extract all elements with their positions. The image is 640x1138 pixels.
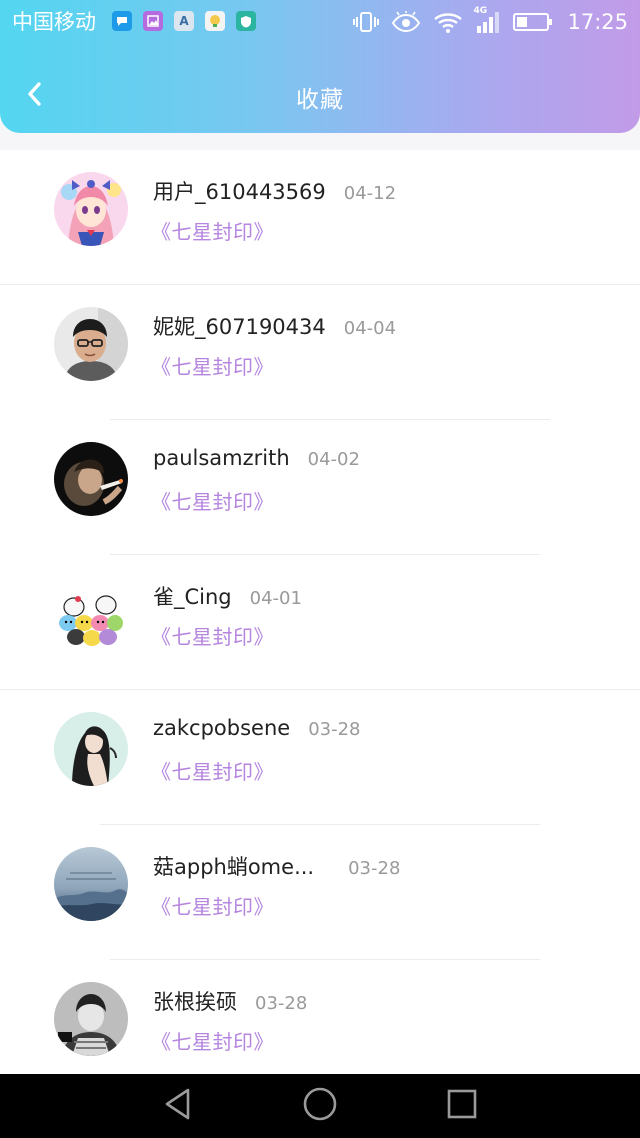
header: 中国移动 A 4G 17:25 收藏 (0, 0, 640, 133)
man-glasses-avatar[interactable] (54, 307, 128, 381)
page-title: 收藏 (296, 87, 344, 113)
list-item[interactable]: zakcpobsene 03-28 《七星封印》 (0, 690, 640, 825)
date-label: 04-04 (343, 318, 397, 339)
carrier-label: 中国移动 (12, 10, 96, 34)
book-title-link[interactable]: 《七星封印》 (151, 756, 274, 785)
username[interactable]: 妮妮_607190434 (153, 311, 326, 341)
book-title-link[interactable]: 《七星封印》 (151, 1026, 274, 1055)
network-type-label: 4G (473, 6, 488, 16)
cartoon-characters-avatar[interactable] (54, 577, 128, 651)
date-label: 04-02 (307, 449, 360, 470)
book-title-link[interactable]: 《七星封印》 (151, 621, 274, 650)
username[interactable]: paulsamzrith (153, 446, 290, 470)
recents-square-icon (446, 1088, 478, 1124)
gallery-icon (143, 11, 163, 31)
date-label: 03-28 (255, 993, 308, 1014)
notification-icons: A (112, 11, 256, 33)
clock: 17:25 (567, 10, 628, 34)
signal-icon: 4G (473, 6, 501, 34)
sky-clouds-avatar[interactable] (54, 847, 128, 921)
date-label: 03-28 (348, 858, 401, 879)
anime-girl-avatar[interactable] (54, 172, 128, 246)
vibrate-icon (353, 11, 380, 33)
favorites-list: 用户_610443569 04-12 《七星封印》 妮妮_607190434 0… (0, 150, 640, 1074)
list-item[interactable]: 用户_610443569 04-12 《七星封印》 (0, 150, 640, 285)
user-row: 张根挨硕 03-28 (153, 986, 307, 1016)
username[interactable]: 雀_Cing (153, 581, 232, 611)
reader-icon (205, 11, 225, 31)
user-row: 雀_Cing 04-01 (153, 581, 302, 611)
home-circle-icon (302, 1086, 338, 1126)
font-icon: A (174, 11, 194, 31)
book-title-link[interactable]: 《七星封印》 (151, 351, 274, 380)
list-item[interactable]: 雀_Cing 04-01 《七星封印》 (0, 555, 640, 690)
bw-boy-avatar[interactable] (54, 982, 128, 1056)
date-label: 03-28 (308, 719, 361, 740)
username[interactable]: 张根挨硕 (153, 986, 237, 1016)
dark-portrait-avatar[interactable] (54, 442, 128, 516)
list-item[interactable]: paulsamzrith 04-02 《七星封印》 (0, 420, 640, 555)
nav-back-button[interactable] (158, 1088, 198, 1124)
nav-recents-button[interactable] (442, 1088, 482, 1124)
username[interactable]: zakcpobsene (153, 716, 290, 740)
user-row: paulsamzrith 04-02 (153, 446, 360, 470)
wifi-icon (433, 11, 463, 33)
username[interactable]: 用户_610443569 (153, 176, 326, 206)
list-item[interactable]: 妮妮_607190434 04-04 《七星封印》 (0, 285, 640, 420)
status-bar: 中国移动 A 4G 17:25 (0, 0, 640, 44)
book-title-link[interactable]: 《七星封印》 (151, 216, 274, 245)
date-label: 04-01 (249, 588, 302, 609)
nav-home-button[interactable] (300, 1086, 340, 1126)
eye-comfort-icon (391, 11, 421, 33)
date-label: 04-12 (343, 183, 397, 204)
status-right-group: 4G 17:25 (353, 6, 628, 38)
list-item[interactable]: 菇apph蛸ome... 03-28 《七星封印》 (0, 825, 640, 960)
book-title-link[interactable]: 《七星封印》 (151, 891, 274, 920)
username[interactable]: 菇apph蛸ome... (153, 851, 314, 881)
title-bar: 收藏 (0, 60, 640, 132)
message-icon (112, 11, 132, 31)
user-row: 妮妮_607190434 04-04 (153, 311, 396, 341)
user-row: 用户_610443569 04-12 (153, 176, 396, 206)
girl-illustration-avatar[interactable] (54, 712, 128, 786)
shield-icon (236, 11, 256, 31)
system-nav-bar (0, 1074, 640, 1138)
user-row: 菇apph蛸ome... 03-28 (153, 851, 400, 881)
user-row: zakcpobsene 03-28 (153, 716, 361, 740)
battery-icon (513, 12, 553, 32)
back-triangle-icon (162, 1087, 194, 1125)
book-title-link[interactable]: 《七星封印》 (151, 486, 274, 515)
